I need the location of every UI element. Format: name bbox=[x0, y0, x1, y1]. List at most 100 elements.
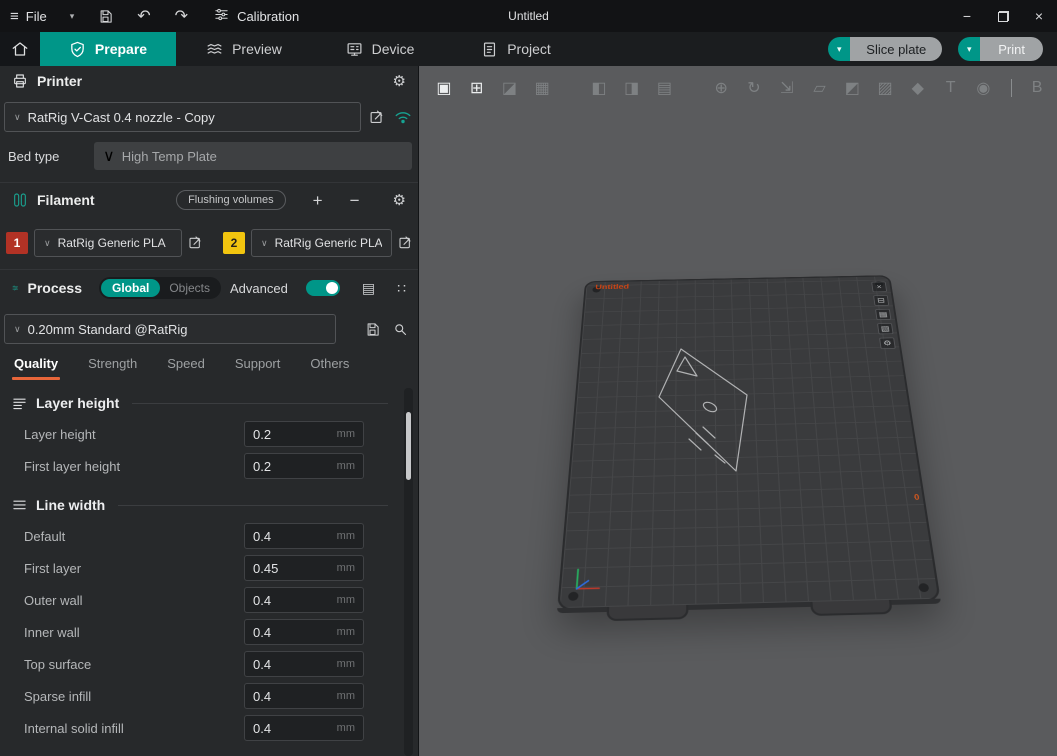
split-to-objects-icon[interactable]: ◧ bbox=[586, 73, 612, 103]
default-line-width-input[interactable]: 0.4 mm bbox=[244, 523, 364, 549]
tab-preview[interactable]: Preview bbox=[176, 32, 312, 66]
save-preset-icon[interactable] bbox=[365, 322, 380, 337]
lock-plate-icon[interactable]: ▧ bbox=[877, 323, 893, 334]
close-button[interactable]: × bbox=[1021, 0, 1057, 32]
file-chevron-icon[interactable]: ▾ bbox=[70, 11, 75, 22]
menu-icon[interactable]: ≡ bbox=[10, 8, 19, 25]
setting-unit: mm bbox=[337, 562, 355, 574]
printer-settings-gear-icon[interactable]: ⚙ bbox=[393, 74, 406, 89]
setting-unit: mm bbox=[337, 626, 355, 638]
search-icon[interactable] bbox=[393, 322, 408, 337]
tab-quality[interactable]: Quality bbox=[14, 356, 58, 380]
inner-wall-line-width-input[interactable]: 0.4 mm bbox=[244, 619, 364, 645]
outer-wall-line-width-input[interactable]: 0.4 mm bbox=[244, 587, 364, 613]
flatten-icon[interactable]: ▱ bbox=[807, 73, 833, 103]
cut-icon[interactable]: ◩ bbox=[839, 73, 865, 103]
seam-paint-icon[interactable]: ◆ bbox=[905, 73, 931, 103]
print-options-chevron-icon[interactable]: ▾ bbox=[958, 37, 980, 61]
tab-speed[interactable]: Speed bbox=[167, 356, 205, 380]
file-menu[interactable]: File bbox=[26, 9, 47, 24]
scene-3d[interactable]: Untitled 0 × ⊟ ▤ ▧ ⚙ bbox=[419, 66, 1057, 756]
plate-name-edit-icon[interactable]: ▤ bbox=[875, 309, 891, 320]
filament-2-color-badge[interactable]: 2 bbox=[223, 232, 245, 254]
tab-others[interactable]: Others bbox=[310, 356, 349, 380]
split-to-parts-icon[interactable]: ◨ bbox=[619, 73, 645, 103]
wifi-connection-icon[interactable] bbox=[394, 109, 412, 125]
remove-filament-button[interactable]: − bbox=[350, 192, 360, 209]
prepare-icon bbox=[69, 41, 86, 58]
assembly-view-icon[interactable]: B bbox=[1024, 73, 1050, 103]
process-preset-select[interactable]: ∨ 0.20mm Standard @RatRig bbox=[4, 314, 336, 344]
tab-strength[interactable]: Strength bbox=[88, 356, 137, 380]
settings-scrollbar[interactable] bbox=[404, 388, 413, 756]
filament-1-color-badge[interactable]: 1 bbox=[6, 232, 28, 254]
filament-section-title: Filament bbox=[37, 192, 95, 208]
maximize-button[interactable] bbox=[985, 0, 1021, 32]
edit-printer-icon[interactable] bbox=[369, 109, 386, 126]
filament-2-value: RatRig Generic PLA bbox=[275, 236, 382, 250]
layer-height-input[interactable]: 0.2 mm bbox=[244, 421, 364, 447]
slice-options-chevron-icon[interactable]: ▾ bbox=[828, 37, 850, 61]
setting-label: Internal solid infill bbox=[24, 721, 244, 736]
plate-gear-icon[interactable]: ⚙ bbox=[879, 337, 896, 349]
redo-icon[interactable]: ↷ bbox=[175, 6, 188, 26]
top-surface-line-width-input[interactable]: 0.4 mm bbox=[244, 651, 364, 677]
auto-orient-icon[interactable]: ◪ bbox=[497, 73, 523, 103]
filament-1-select[interactable]: ∨ RatRig Generic PLA bbox=[34, 229, 182, 257]
variable-layer-height-icon[interactable]: ▤ bbox=[652, 73, 678, 103]
add-plate-icon[interactable]: ▣ bbox=[431, 73, 457, 103]
plate-settings-icon[interactable]: ⊟ bbox=[873, 295, 889, 306]
undo-icon[interactable]: ↶ bbox=[137, 6, 150, 26]
tab-device-label: Device bbox=[372, 41, 415, 57]
tab-project[interactable]: Project bbox=[448, 32, 584, 66]
scrollbar-thumb[interactable] bbox=[406, 412, 411, 480]
device-icon bbox=[346, 41, 363, 58]
build-plate[interactable]: Untitled 0 × ⊟ ▤ ▧ ⚙ bbox=[557, 275, 941, 610]
tab-device[interactable]: Device bbox=[312, 32, 448, 66]
edit-filament-2-icon[interactable] bbox=[398, 235, 414, 251]
scope-objects-button[interactable]: Objects bbox=[160, 279, 219, 297]
printer-preset-select[interactable]: ∨ RatRig V-Cast 0.4 nozzle - Copy bbox=[4, 102, 361, 132]
setting-unit: mm bbox=[337, 428, 355, 440]
plate-tab bbox=[810, 600, 893, 616]
objects-list-icon[interactable]: ∷ bbox=[397, 281, 406, 295]
slice-plate-button[interactable]: Slice plate bbox=[850, 37, 942, 61]
first-layer-height-input[interactable]: 0.2 mm bbox=[244, 453, 364, 479]
minimize-button[interactable]: − bbox=[949, 0, 985, 32]
move-icon[interactable]: ⊕ bbox=[708, 73, 734, 103]
scope-global-button[interactable]: Global bbox=[101, 279, 160, 297]
filament-section-header: Filament Flushing volumes + − ⚙ bbox=[0, 183, 418, 217]
project-icon bbox=[481, 41, 498, 58]
viewport-3d[interactable]: ▣ ⊞ ◪ ▦ ◧ ◨ ▤ ⊕ ↻ ⇲ ▱ ◩ ▨ ◆ T ◉ B bbox=[419, 66, 1057, 756]
sparse-infill-line-width-input[interactable]: 0.4 mm bbox=[244, 683, 364, 709]
rotate-icon[interactable]: ↻ bbox=[741, 73, 767, 103]
color-paint-icon[interactable]: ◉ bbox=[970, 73, 996, 103]
settings-sidebar: Printer ⚙ ∨ RatRig V-Cast 0.4 nozzle - C… bbox=[0, 66, 419, 756]
setting-row: First layer 0.45 mm bbox=[0, 552, 418, 584]
scale-icon[interactable]: ⇲ bbox=[774, 73, 800, 103]
support-paint-icon[interactable]: ▨ bbox=[872, 73, 898, 103]
internal-solid-infill-line-width-input[interactable]: 0.4 mm bbox=[244, 715, 364, 741]
edit-filament-1-icon[interactable] bbox=[188, 235, 204, 251]
arrange-objects-icon[interactable]: ▦ bbox=[529, 73, 555, 103]
advanced-toggle[interactable] bbox=[306, 280, 340, 296]
bed-type-select[interactable]: ∨ High Temp Plate bbox=[94, 142, 412, 170]
close-plate-icon[interactable]: × bbox=[871, 282, 887, 293]
home-button[interactable] bbox=[0, 32, 40, 66]
first-layer-line-width-input[interactable]: 0.45 mm bbox=[244, 555, 364, 581]
flushing-volumes-button[interactable]: Flushing volumes bbox=[176, 190, 286, 210]
add-filament-button[interactable]: + bbox=[313, 192, 323, 209]
tab-support[interactable]: Support bbox=[235, 356, 281, 380]
calibration-menu[interactable]: Calibration bbox=[214, 7, 299, 25]
tab-prepare[interactable]: Prepare bbox=[40, 32, 176, 66]
filament-settings-gear-icon[interactable]: ⚙ bbox=[393, 193, 406, 208]
tab-prepare-label: Prepare bbox=[95, 41, 147, 57]
setting-label: Default bbox=[24, 529, 244, 544]
setting-row: Inner wall 0.4 mm bbox=[0, 616, 418, 648]
filament-2-select[interactable]: ∨ RatRig Generic PLA bbox=[251, 229, 392, 257]
print-button[interactable]: Print bbox=[980, 37, 1043, 61]
arrange-plate-icon[interactable]: ⊞ bbox=[464, 73, 490, 103]
parameter-table-icon[interactable]: ▤ bbox=[362, 281, 375, 295]
text-tool-icon[interactable]: T bbox=[938, 73, 964, 103]
save-icon[interactable] bbox=[98, 9, 113, 24]
